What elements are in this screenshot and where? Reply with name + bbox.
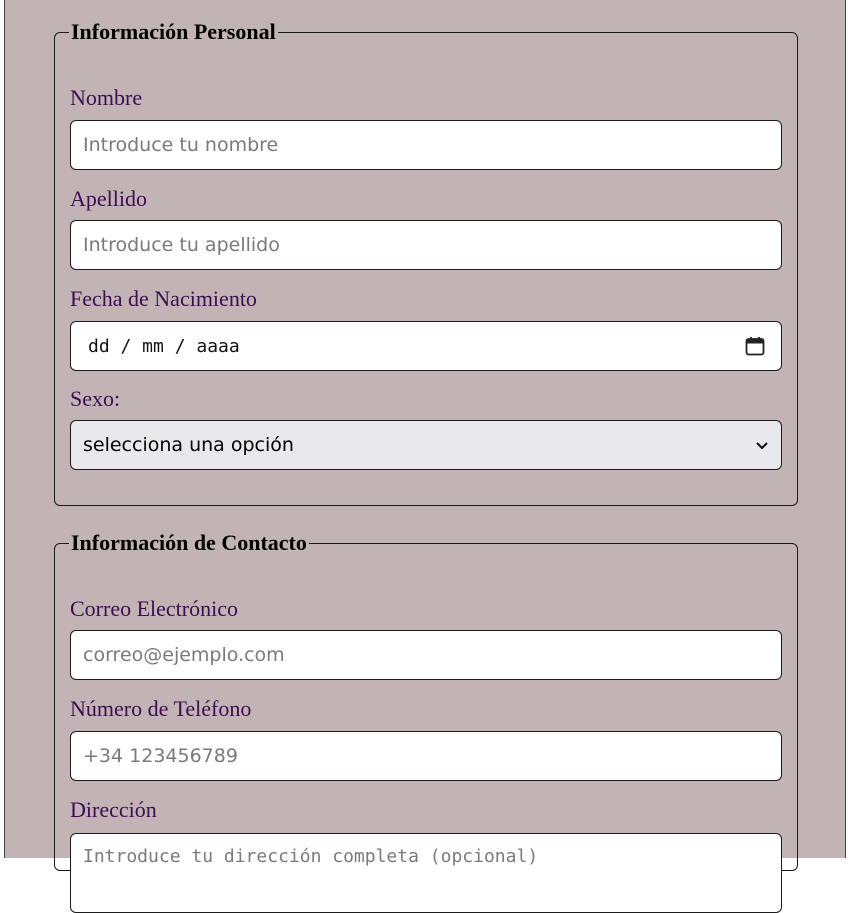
form-page: Información Personal Nombre Apellido Fec…: [4, 0, 846, 913]
direccion-textarea[interactable]: [70, 833, 782, 913]
correo-label: Correo Electrónico: [70, 596, 238, 621]
telefono-label: Número de Teléfono: [70, 696, 252, 721]
personal-info-fieldset: Información Personal Nombre Apellido Fec…: [54, 20, 798, 506]
fecha-nacimiento-input[interactable]: dd / mm / aaaa: [70, 321, 782, 371]
sexo-select[interactable]: selecciona una opción: [70, 420, 782, 470]
date-format-text: dd / mm / aaaa: [88, 335, 240, 357]
correo-input[interactable]: [70, 630, 782, 680]
nombre-input[interactable]: [70, 120, 782, 170]
direccion-label: Dirección: [70, 797, 157, 822]
sexo-label: Sexo:: [70, 386, 121, 411]
fecha-label: Fecha de Nacimiento: [70, 286, 257, 311]
nombre-label: Nombre: [70, 85, 143, 110]
contact-info-legend: Información de Contacto: [71, 530, 307, 555]
chevron-down-icon: [756, 442, 768, 450]
apellido-label: Apellido: [70, 186, 147, 211]
contact-info-fieldset: Información de Contacto Correo Electróni…: [54, 530, 798, 913]
apellido-input[interactable]: [70, 220, 782, 270]
sexo-selected-value: selecciona una opción: [83, 434, 294, 456]
personal-info-legend: Información Personal: [71, 19, 276, 44]
telefono-input[interactable]: [70, 731, 782, 781]
calendar-icon[interactable]: [745, 336, 765, 356]
